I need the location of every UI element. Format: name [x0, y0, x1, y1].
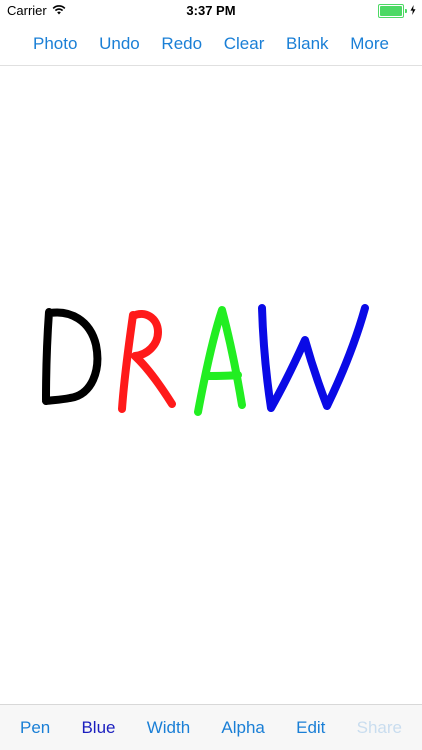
share-button[interactable]: Share	[357, 718, 402, 738]
drawing-canvas[interactable]	[0, 67, 422, 704]
top-toolbar: Photo Undo Redo Clear Blank More	[0, 22, 422, 66]
stroke-letter-a	[194, 306, 246, 416]
battery-icon	[378, 4, 404, 18]
redo-button[interactable]: Redo	[161, 34, 202, 54]
clear-button[interactable]: Clear	[224, 34, 265, 54]
status-time: 3:37 PM	[186, 3, 236, 18]
charging-icon	[410, 4, 416, 18]
status-bar: Carrier 3:37 PM	[0, 0, 422, 22]
edit-button[interactable]: Edit	[296, 718, 325, 738]
undo-button[interactable]: Undo	[99, 34, 140, 54]
photo-button[interactable]: Photo	[33, 34, 77, 54]
blank-button[interactable]: Blank	[286, 34, 329, 54]
pen-button[interactable]: Pen	[20, 718, 50, 738]
bottom-toolbar: Pen Blue Width Alpha Edit Share	[0, 704, 422, 750]
color-button[interactable]: Blue	[81, 718, 115, 738]
stroke-letter-w	[258, 304, 369, 412]
stroke-letter-d	[42, 308, 102, 405]
battery-level-fill	[380, 6, 402, 16]
status-right	[378, 4, 416, 18]
drawing-surface	[42, 304, 369, 416]
alpha-button[interactable]: Alpha	[221, 718, 264, 738]
stroke-letter-r	[118, 310, 176, 413]
battery-tip	[405, 9, 407, 13]
more-button[interactable]: More	[350, 34, 389, 54]
width-button[interactable]: Width	[147, 718, 190, 738]
drawing-app-screen: Carrier 3:37 PM Photo Undo Redo Clear Bl…	[0, 0, 422, 750]
